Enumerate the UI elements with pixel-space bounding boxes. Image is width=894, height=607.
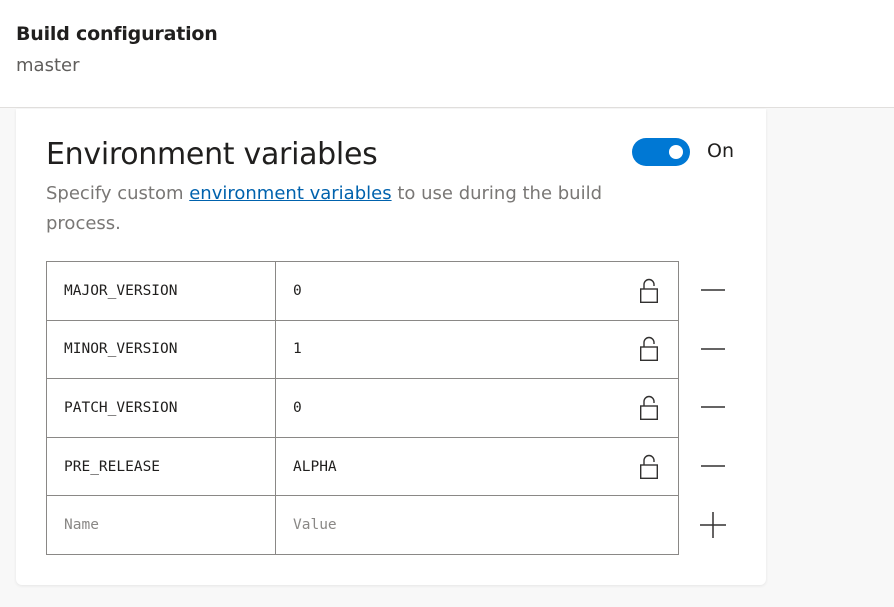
variable-value-field[interactable]: ALPHA (275, 436, 679, 497)
variable-value-field[interactable]: 0 (275, 378, 679, 438)
unlocked-padlock-icon[interactable] (639, 336, 659, 362)
section-description: Specify custom environment variables to … (46, 179, 636, 239)
environment-variables-card: Environment variables On Specify custom … (16, 109, 766, 585)
environment-variables-link[interactable]: environment variables (189, 183, 391, 204)
remove-variable-button[interactable] (693, 261, 733, 320)
toggle-label: On (707, 140, 734, 162)
branch-name: master (16, 55, 80, 76)
variable-name-field[interactable]: PRE_RELEASE (46, 436, 276, 497)
table-row-new-variable: Name Value (46, 495, 679, 555)
row-actions (693, 261, 733, 554)
unlocked-padlock-icon[interactable] (639, 454, 659, 480)
page-title: Build configuration (16, 23, 218, 45)
new-variable-value-input[interactable]: Value (275, 495, 679, 555)
add-variable-button[interactable] (693, 495, 733, 554)
variable-name-field[interactable]: PATCH_VERSION (46, 378, 276, 438)
table-row: PATCH_VERSION 0 (46, 378, 679, 438)
table-row: MINOR_VERSION 1 (46, 319, 679, 380)
variable-value-text: ALPHA (293, 458, 337, 475)
minus-icon (701, 348, 725, 350)
plus-icon (700, 511, 726, 538)
remove-variable-button[interactable] (693, 378, 733, 437)
variable-value-text: 0 (293, 282, 302, 299)
description-text-before: Specify custom (46, 183, 190, 204)
remove-variable-button[interactable] (693, 320, 733, 379)
variable-value-field[interactable]: 0 (275, 261, 679, 321)
minus-icon (701, 465, 725, 467)
remove-variable-button[interactable] (693, 437, 733, 496)
environment-variables-table: MAJOR_VERSION 0 MINOR_VERSION 1 PATCH_VE… (46, 261, 679, 555)
variable-value-text: 0 (293, 399, 302, 416)
environment-variables-toggle[interactable] (632, 138, 690, 166)
variable-name-field[interactable]: MINOR_VERSION (46, 319, 276, 380)
unlocked-padlock-icon[interactable] (639, 395, 659, 421)
variable-name-field[interactable]: MAJOR_VERSION (46, 261, 276, 321)
variable-value-field[interactable]: 1 (275, 319, 679, 380)
toggle-knob (669, 145, 683, 159)
page-header: Build configuration master (0, 0, 894, 108)
minus-icon (701, 289, 725, 292)
minus-icon (701, 406, 725, 409)
table-row: PRE_RELEASE ALPHA (46, 436, 679, 497)
variable-value-text: 1 (293, 341, 302, 358)
new-variable-name-input[interactable]: Name (46, 495, 276, 555)
table-row: MAJOR_VERSION 0 (46, 261, 679, 321)
unlocked-padlock-icon[interactable] (639, 278, 659, 304)
section-title: Environment variables (46, 137, 378, 172)
